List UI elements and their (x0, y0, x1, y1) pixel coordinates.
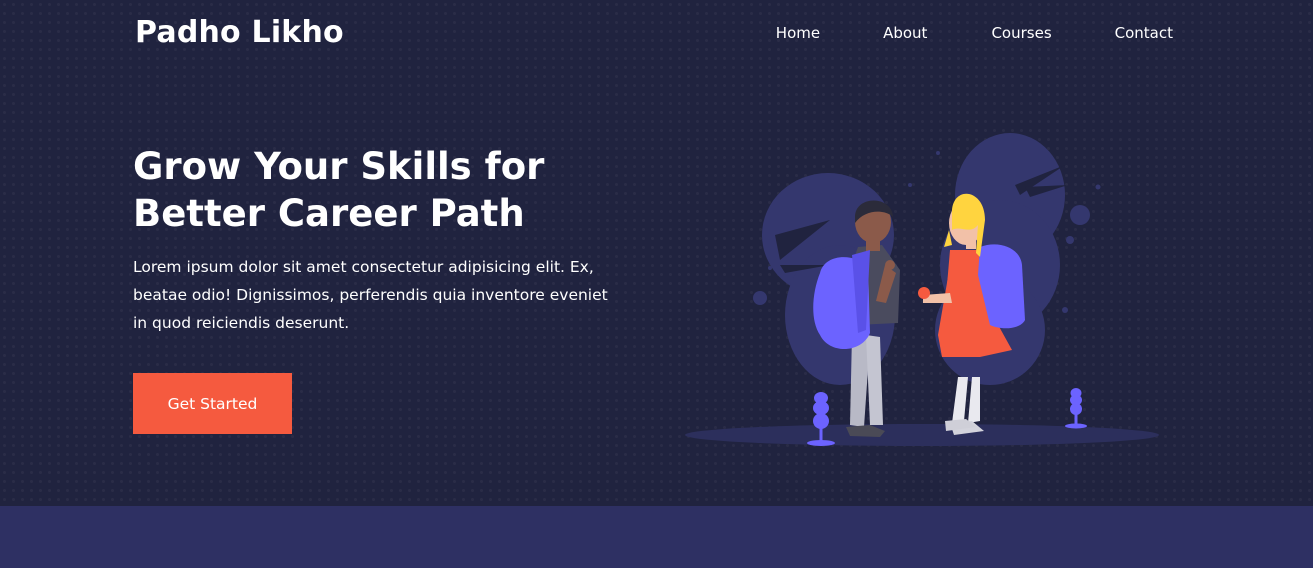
hero-section: Padho Likho Home About Courses Contact G… (0, 0, 1313, 506)
hero-description: Lorem ipsum dolor sit amet consectetur a… (133, 258, 608, 332)
main-nav: Home About Courses Contact (776, 22, 1173, 44)
boy-fist (885, 260, 895, 270)
brand-logo[interactable]: Padho Likho (135, 14, 344, 52)
dot-6 (908, 183, 912, 187)
hero-headline-line-2: Better Career Path (133, 192, 525, 235)
hero-headline: Grow Your Skills for Better Career Path (133, 143, 653, 237)
dot-7 (1095, 184, 1101, 190)
dot-8 (768, 266, 772, 270)
dot-3 (1066, 236, 1074, 244)
students-illustration (685, 133, 1159, 446)
nav-about-link[interactable]: About (883, 22, 927, 44)
ground-shadow (685, 424, 1159, 446)
hero-headline-line-1: Grow Your Skills for (133, 145, 545, 188)
get-started-button[interactable]: Get Started (133, 373, 292, 434)
nav-home-link[interactable]: Home (776, 22, 820, 44)
dot-5 (936, 151, 940, 155)
section-band (0, 506, 1313, 568)
nav-contact-link[interactable]: Contact (1115, 22, 1173, 44)
apple-icon (918, 287, 930, 299)
plant-right (1065, 388, 1087, 429)
dot-2 (753, 291, 767, 305)
nav-courses-link[interactable]: Courses (991, 22, 1051, 44)
dot-1 (1070, 205, 1090, 225)
dot-4 (1062, 307, 1068, 313)
